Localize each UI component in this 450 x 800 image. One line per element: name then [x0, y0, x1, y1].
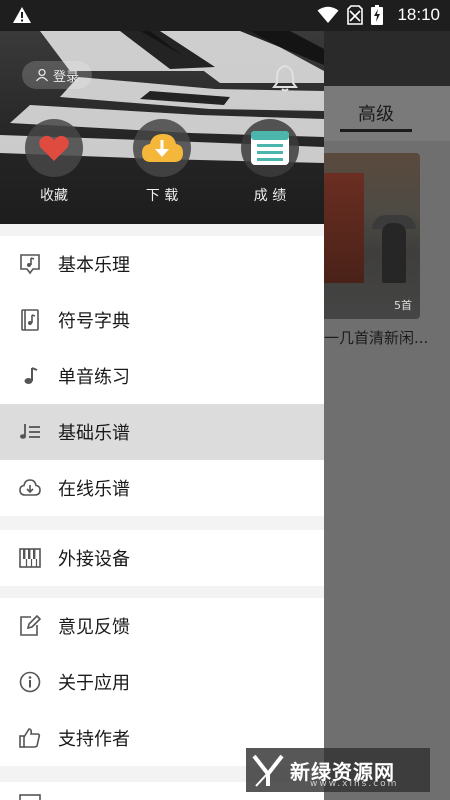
- favorites-label: 收藏: [40, 188, 68, 204]
- music-note-box-icon: [20, 254, 40, 275]
- menu-item-label: 基础乐谱: [58, 423, 130, 444]
- menu-item-about-app[interactable]: 关于应用: [0, 654, 324, 710]
- music-book-icon: [21, 309, 39, 331]
- menu-group-learning: 基本乐理 符号字典 单音练习 基础乐谱 在线乐谱: [0, 236, 324, 516]
- single-note-icon: [24, 367, 38, 384]
- menu-item-label: 基本乐理: [58, 255, 130, 276]
- piano-keys-icon: [19, 548, 41, 568]
- tram-image: [324, 173, 364, 283]
- menu-item-label: 外接设备: [58, 549, 130, 570]
- status-bar: 18:10: [0, 0, 450, 31]
- menu-group-about: 意见反馈 关于应用 支持作者: [0, 598, 324, 766]
- menu-item-basic-sheets[interactable]: 基础乐谱: [0, 404, 324, 460]
- user-icon: [35, 68, 48, 82]
- download-button[interactable]: 下 载: [122, 119, 202, 205]
- cloud-download-icon: [19, 479, 41, 496]
- music-list-icon: [20, 424, 40, 439]
- edit-icon: [20, 615, 41, 636]
- watermark: 新绿资源网 www.xlhs.com: [246, 748, 430, 792]
- menu-group-devices: 外接设备: [0, 530, 324, 586]
- drawer-header: 登录 收藏 下 载 成 绩: [0, 31, 324, 224]
- menu-item-label: 关于应用: [58, 673, 130, 694]
- tab-underline: [340, 129, 412, 132]
- menu-item-symbol-dictionary[interactable]: 符号字典: [0, 292, 324, 348]
- menu-item-external-devices[interactable]: 外接设备: [0, 530, 324, 586]
- background-toolbar: [324, 31, 450, 86]
- menu-item-label: 意见反馈: [58, 617, 130, 638]
- menu-item-label: 符号字典: [58, 311, 130, 332]
- wifi-icon: [317, 6, 339, 23]
- scores-label: 成 绩: [253, 188, 287, 204]
- card-caption: 一几首清新闲...: [324, 329, 429, 347]
- watermark-url: www.xlhs.com: [310, 779, 399, 789]
- warning-icon: [13, 7, 31, 23]
- scores-icon: [251, 131, 289, 165]
- person-image: [382, 223, 406, 283]
- menu-item-label: 支持作者: [58, 729, 130, 750]
- thumbs-up-icon: [19, 728, 41, 748]
- partial-icon: [19, 794, 41, 800]
- scores-button[interactable]: 成 绩: [230, 119, 310, 205]
- login-button[interactable]: 登录: [22, 61, 92, 89]
- menu-item-feedback[interactable]: 意见反馈: [0, 598, 324, 654]
- login-label: 登录: [52, 69, 79, 85]
- sheet-card-thumbnail[interactable]: 5首: [324, 153, 420, 319]
- battery-charging-icon: [371, 5, 384, 25]
- menu-item-online-sheets[interactable]: 在线乐谱: [0, 460, 324, 516]
- info-icon: [19, 671, 41, 693]
- menu-item-label: 单音练习: [58, 367, 130, 388]
- background-app: 高级 5首 一几首清新闲...: [324, 31, 450, 800]
- watermark-logo: [252, 754, 284, 787]
- heart-icon: [39, 135, 69, 161]
- card-count: 5首: [394, 299, 412, 312]
- navigation-drawer: 登录 收藏 下 载 成 绩 基本乐理 符号字典 单音练习 基础乐谱 在线乐谱 外…: [0, 31, 324, 800]
- status-time: 18:10: [397, 5, 440, 24]
- bell-icon[interactable]: [272, 64, 298, 92]
- no-sim-icon: [347, 5, 364, 25]
- favorites-button[interactable]: 收藏: [14, 119, 94, 205]
- download-label: 下 载: [145, 188, 179, 204]
- background-tabs: 高级: [324, 86, 450, 141]
- menu-item-single-note-practice[interactable]: 单音练习: [0, 348, 324, 404]
- menu-item-basic-theory[interactable]: 基本乐理: [0, 236, 324, 292]
- menu-item-label: 在线乐谱: [58, 479, 130, 500]
- cloud-download-icon: [142, 134, 183, 162]
